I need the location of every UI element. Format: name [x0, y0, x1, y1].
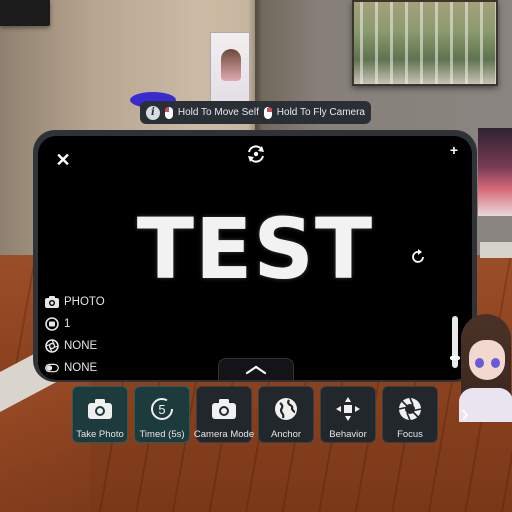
- setting-mode[interactable]: PHOTO: [45, 294, 105, 310]
- camera-mode-label: Camera Mode: [193, 429, 255, 440]
- plus-icon: +: [449, 142, 459, 158]
- birch-tree-painting: [352, 0, 498, 86]
- aperture-icon: [45, 339, 59, 353]
- setting-focus[interactable]: NONE: [45, 338, 105, 354]
- take-photo-button[interactable]: Take Photo: [72, 386, 128, 443]
- camera-viewfinder: TEST ✕ + PHOTO 1 NONE NONE: [38, 136, 472, 380]
- close-button[interactable]: ✕: [53, 150, 73, 170]
- flip-camera-icon: [248, 145, 264, 163]
- timer-badge-icon: [45, 317, 59, 331]
- aperture-icon: [397, 396, 423, 422]
- toggle-icon: [45, 361, 59, 375]
- setting-toggle[interactable]: NONE: [45, 360, 105, 376]
- rotate-button[interactable]: [408, 247, 428, 267]
- close-icon: ✕: [55, 149, 71, 170]
- setting-focus-label: NONE: [64, 340, 98, 352]
- wall-poster: [210, 32, 250, 104]
- flip-camera-button[interactable]: [244, 142, 268, 166]
- setting-count[interactable]: 1: [45, 316, 105, 332]
- next-page-button[interactable]: ›: [456, 400, 474, 428]
- focus-label: Focus: [397, 429, 423, 440]
- camera-settings-list: PHOTO 1 NONE NONE: [45, 294, 105, 376]
- wall-tv: [0, 0, 50, 26]
- timed-button[interactable]: 5 Timed (5s): [134, 386, 190, 443]
- anime-poster: [478, 128, 512, 216]
- timer-digit: 5: [158, 402, 165, 417]
- hint-move-self: Hold To Move Self: [177, 107, 259, 118]
- expand-toolbar-button[interactable]: [218, 358, 294, 380]
- take-photo-label: Take Photo: [76, 429, 124, 440]
- controls-hint: i Hold To Move Self Hold To Fly Camera: [140, 101, 371, 124]
- chevron-right-icon: ›: [461, 400, 469, 427]
- camera-mode-button[interactable]: Camera Mode: [193, 386, 255, 443]
- globe-icon: [273, 396, 299, 422]
- setting-mode-label: PHOTO: [64, 296, 105, 308]
- avatar-eye-right: [491, 358, 500, 368]
- timer-5s-icon: 5: [149, 396, 175, 422]
- info-icon: i: [146, 105, 160, 120]
- rotate-icon: [412, 249, 424, 263]
- hint-fly-camera: Hold To Fly Camera: [276, 107, 365, 118]
- anchor-button[interactable]: Anchor: [258, 386, 314, 443]
- setting-toggle-label: NONE: [64, 362, 98, 374]
- camera-icon: [211, 396, 237, 422]
- camera-icon: [45, 295, 59, 309]
- avatar-eye-left: [475, 358, 484, 368]
- move-arrows-icon: [335, 396, 361, 422]
- behavior-button[interactable]: Behavior: [320, 386, 376, 443]
- behavior-label: Behavior: [329, 429, 367, 440]
- timed-label: Timed (5s): [139, 429, 185, 440]
- mouse-left-click-icon: [164, 106, 173, 119]
- camera-toolbar: Take Photo 5 Timed (5s) Camera Mode Anch…: [72, 386, 438, 443]
- add-button[interactable]: +: [446, 142, 462, 158]
- chevron-up-icon: [245, 365, 267, 374]
- anchor-label: Anchor: [270, 429, 302, 440]
- mouse-right-click-icon: [263, 106, 272, 119]
- setting-count-label: 1: [64, 318, 71, 330]
- camera-icon: [87, 396, 113, 422]
- focus-button[interactable]: Focus: [382, 386, 438, 443]
- baseboard-right: [480, 242, 512, 258]
